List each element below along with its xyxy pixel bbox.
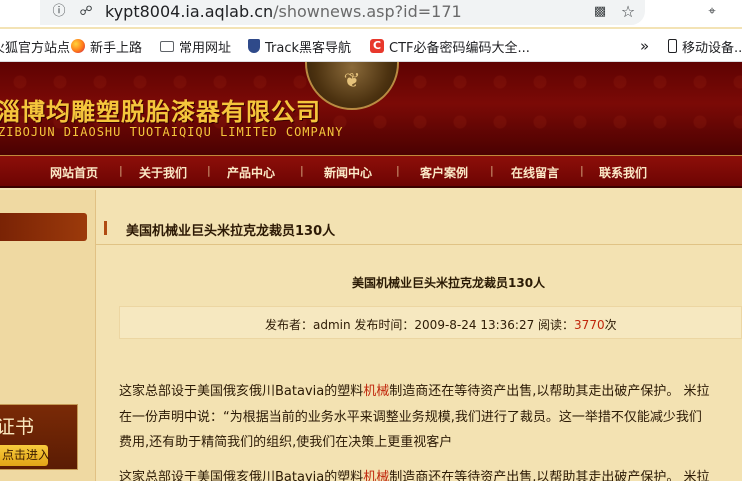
section-title-bar: 美国机械业巨头米拉克龙裁员130人 [96, 211, 742, 245]
firefox-icon [71, 39, 85, 53]
text-segment: 制造商还在等待资产出售,以帮助其走出破产保护。 米拉 [389, 384, 710, 399]
text-segment: 这家总部设于美国俄亥俄川Batavia的塑料 [119, 384, 364, 399]
bookmarks-bar: 火狐官方站点 新手上路 常用网址 Track黑客导航 C CTF必备密码编码大全… [0, 29, 742, 62]
sidebar-header-banner [0, 213, 87, 241]
mobile-icon [668, 39, 677, 53]
certificate-title: 证书 [0, 416, 35, 438]
text-segment: 制造商还在等待资产出售,以帮助其走出破产保护。 米拉 [389, 470, 710, 481]
bookmark-label: 移动设备... [682, 40, 742, 56]
bookmark-label: 火狐官方站点 [0, 40, 71, 56]
meta-text: 发布者：admin 发布时间：2009-8-24 13:36:27 阅读：377… [265, 316, 617, 333]
qr-code-icon[interactable]: ▩ [592, 4, 608, 20]
bookmark-newbie[interactable]: 新手上路 [71, 36, 142, 56]
nav-separator: | [490, 164, 494, 177]
bookmark-label: Track黑客导航 [265, 40, 352, 56]
bookmarks-overflow[interactable]: » [640, 36, 649, 56]
emblem-ornament-icon: ❦ [343, 68, 361, 92]
paragraph-line: 在一份声明中说：“为根据当前的业务水平来调整业务规模,我们进行了裁员。这一举措不… [119, 410, 702, 425]
nav-separator: | [396, 164, 400, 177]
nav-separator: | [207, 164, 211, 177]
bookmark-label: CTF必备密码编码大全... [389, 40, 530, 56]
ctf-icon: C [370, 39, 384, 53]
certificate-box: 证书 点击进入 [0, 404, 78, 470]
chevrons-right-icon: » [640, 37, 650, 55]
company-name-cn: 淄博均雕塑脱胎漆器有限公司 [0, 97, 321, 126]
keyword-link[interactable]: 机械 [363, 384, 389, 399]
bookmark-label: 常用网址 [179, 40, 232, 56]
section-title: 美国机械业巨头米拉克龙裁员130人 [126, 224, 336, 239]
bookmark-ctf[interactable]: C CTF必备密码编码大全... [370, 36, 530, 56]
address-bar: ⓘ ☍ kypt8004.ia.aqlab.cn/shownews.asp?id… [0, 0, 742, 27]
bookmark-firefox-site[interactable]: 火狐官方站点 [0, 36, 70, 56]
bookmark-label: 新手上路 [90, 40, 143, 56]
enter-button[interactable]: 点击进入 [0, 445, 50, 466]
info-icon[interactable]: ⓘ [51, 4, 67, 20]
view-count: 3770 [574, 318, 605, 332]
article-title: 美国机械业巨头米拉克龙裁员130人 [352, 276, 546, 290]
nav-about[interactable]: 关于我们 [139, 164, 187, 181]
bookmark-mobile[interactable]: 移动设备... [668, 36, 742, 56]
crop-icon[interactable]: ⌖ [704, 4, 720, 20]
meta-info: 发布者：admin 发布时间：2009-8-24 13:36:27 阅读： [265, 318, 575, 332]
nav-separator: | [119, 164, 123, 177]
permissions-icon[interactable]: ☍ [78, 4, 94, 20]
title-marker [104, 221, 107, 235]
nav-news[interactable]: 新闻中心 [324, 164, 372, 181]
nav-separator: | [300, 164, 304, 177]
main-nav: 网站首页 | 关于我们 | 产品中心 | 新闻中心 | 客户案例 | 在线留言 … [0, 155, 742, 188]
star-icon[interactable]: ☆ [620, 4, 636, 20]
shield-icon [248, 39, 260, 53]
nav-products[interactable]: 产品中心 [227, 164, 275, 181]
nav-contact[interactable]: 联系我们 [599, 164, 647, 181]
paragraph-line: 这家总部设于美国俄亥俄川Batavia的塑料机械制造商还在等待资产出售,以帮助其… [119, 466, 710, 481]
keyword-link[interactable]: 机械 [363, 470, 389, 481]
company-name-en: ZIBOJUN DIAOSHU TUOTAIQIQU LIMITED COMPA… [0, 125, 344, 139]
nav-home[interactable]: 网站首页 [50, 164, 98, 181]
nav-guestbook[interactable]: 在线留言 [511, 164, 559, 181]
paragraph-line: 费用,还有助于精简我们的组织,使我们在决策上更重视客户 [119, 435, 453, 450]
paragraph-line: 这家总部设于美国俄亥俄川Batavia的塑料机械制造商还在等待资产出售,以帮助其… [119, 380, 710, 399]
nav-separator: | [580, 164, 584, 177]
article-meta: 发布者：admin 发布时间：2009-8-24 13:36:27 阅读：377… [119, 306, 742, 339]
url-text[interactable]: kypt8004.ia.aqlab.cn/shownews.asp?id=171 [105, 2, 462, 21]
folder-icon [160, 40, 174, 52]
bookmark-track[interactable]: Track黑客导航 [248, 36, 351, 56]
view-suffix: 次 [604, 318, 617, 332]
bookmark-common-sites[interactable]: 常用网址 [160, 36, 231, 56]
text-segment: 这家总部设于美国俄亥俄川Batavia的塑料 [119, 470, 364, 481]
nav-cases[interactable]: 客户案例 [420, 164, 468, 181]
